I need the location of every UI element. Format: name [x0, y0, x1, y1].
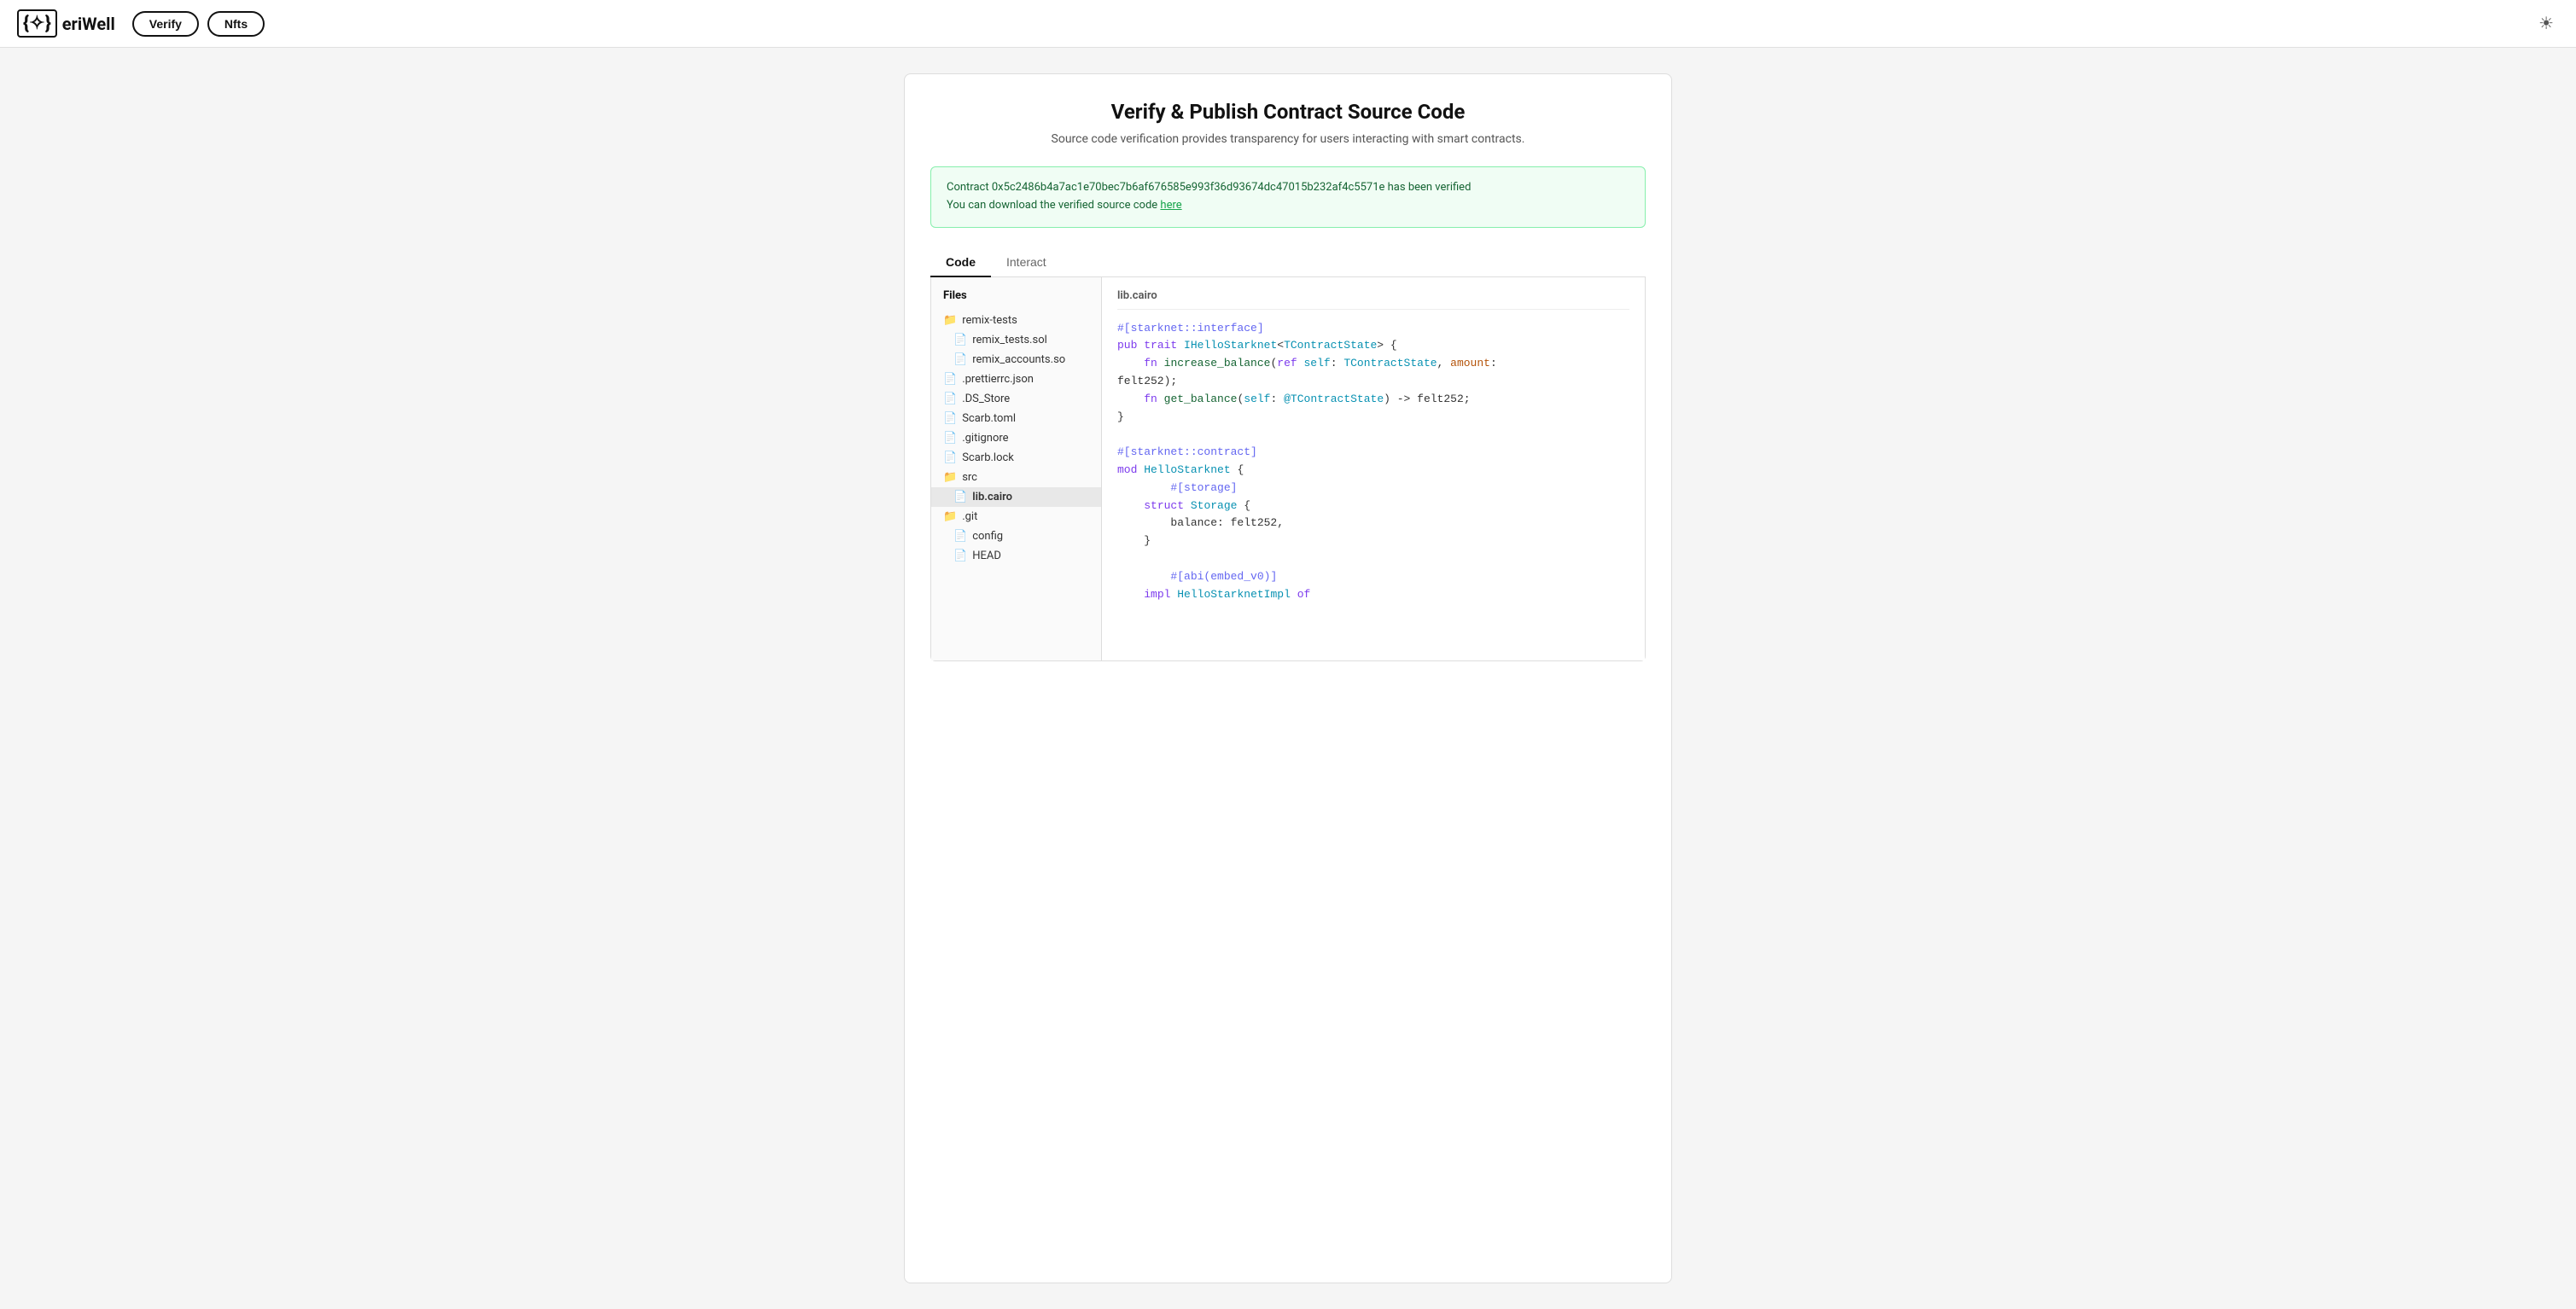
logo-icon: {✧} [17, 9, 57, 38]
list-item[interactable]: 📄 Scarb.toml [931, 409, 1101, 428]
list-item[interactable]: 📄 .prettierrc.json [931, 369, 1101, 389]
list-item[interactable]: 📄 remix_tests.sol [931, 330, 1101, 350]
tree-item-label: remix_tests.sol [972, 334, 1047, 346]
file-icon: 📄 [953, 334, 967, 346]
tree-item-label: Scarb.lock [962, 451, 1014, 464]
tree-item-label: lib.cairo [972, 491, 1012, 503]
file-icon: 📄 [953, 491, 967, 503]
file-icon: 📄 [943, 432, 957, 445]
file-tree: Files 📁 remix-tests 📄 remix_tests.sol 📄 … [931, 277, 1102, 660]
tree-item-label: .prettierrc.json [962, 373, 1034, 386]
tree-item-label: config [972, 530, 1003, 543]
list-item[interactable]: 📄 Scarb.lock [931, 448, 1101, 468]
tabs: Code Interact [930, 248, 1646, 277]
list-item[interactable]: 📄 config [931, 527, 1101, 546]
tree-item-label: .gitignore [962, 432, 1008, 445]
code-content: #[starknet::interface] pub trait IHelloS… [1117, 320, 1629, 604]
code-viewer: lib.cairo #[starknet::interface] pub tra… [1102, 277, 1645, 660]
tree-item-label: .DS_Store [962, 393, 1010, 405]
logo[interactable]: {✧} eriWell [17, 9, 115, 38]
list-item[interactable]: 📁 src [931, 468, 1101, 487]
success-text: You can download the verified source cod… [947, 199, 1160, 212]
page-title: Verify & Publish Contract Source Code [930, 100, 1646, 124]
logo-text: eriWell [62, 14, 115, 34]
nfts-nav-button[interactable]: Nfts [207, 11, 265, 37]
tab-interact[interactable]: Interact [991, 248, 1062, 277]
file-icon: 📄 [953, 530, 967, 543]
content-container: Verify & Publish Contract Source Code So… [904, 73, 1672, 1283]
tab-code[interactable]: Code [930, 248, 991, 277]
download-link[interactable]: here [1160, 199, 1181, 212]
code-filename: lib.cairo [1117, 289, 1629, 310]
code-panel: Files 📁 remix-tests 📄 remix_tests.sol 📄 … [930, 277, 1646, 661]
theme-toggle-button[interactable]: ☀ [2533, 8, 2559, 39]
list-item[interactable]: 📄 .DS_Store [931, 389, 1101, 409]
list-item[interactable]: 📄 lib.cairo [931, 487, 1101, 507]
list-item[interactable]: 📄 .gitignore [931, 428, 1101, 448]
folder-icon: 📁 [943, 314, 957, 327]
file-icon: 📄 [943, 373, 957, 386]
tree-item-label: src [962, 471, 977, 484]
file-tree-title: Files [931, 289, 1101, 311]
tree-item-label: remix_accounts.so [972, 353, 1065, 366]
file-icon: 📄 [943, 393, 957, 405]
file-icon: 📄 [943, 451, 957, 464]
tree-item-label: HEAD [972, 550, 1001, 562]
verify-nav-button[interactable]: Verify [132, 11, 199, 37]
file-icon: 📄 [953, 550, 967, 562]
success-line-2: You can download the verified source cod… [947, 197, 1629, 215]
page-subtitle: Source code verification provides transp… [930, 132, 1646, 146]
tree-item-label: .git [962, 510, 977, 523]
folder-icon: 📁 [943, 471, 957, 484]
header: {✧} eriWell Verify Nfts ☀ [0, 0, 2576, 48]
success-banner: Contract 0x5c2486b4a7ac1e70bec7b6af67658… [930, 166, 1646, 228]
list-item[interactable]: 📁 .git [931, 507, 1101, 527]
list-item[interactable]: 📄 remix_accounts.so [931, 350, 1101, 369]
success-line-1: Contract 0x5c2486b4a7ac1e70bec7b6af67658… [947, 179, 1629, 197]
list-item[interactable]: 📁 remix-tests [931, 311, 1101, 330]
tree-item-label: Scarb.toml [962, 412, 1016, 425]
file-icon: 📄 [943, 412, 957, 425]
folder-icon: 📁 [943, 510, 957, 523]
file-icon: 📄 [953, 353, 967, 366]
tree-item-label: remix-tests [962, 314, 1017, 327]
main-content: Verify & Publish Contract Source Code So… [0, 48, 2576, 1309]
list-item[interactable]: 📄 HEAD [931, 546, 1101, 566]
